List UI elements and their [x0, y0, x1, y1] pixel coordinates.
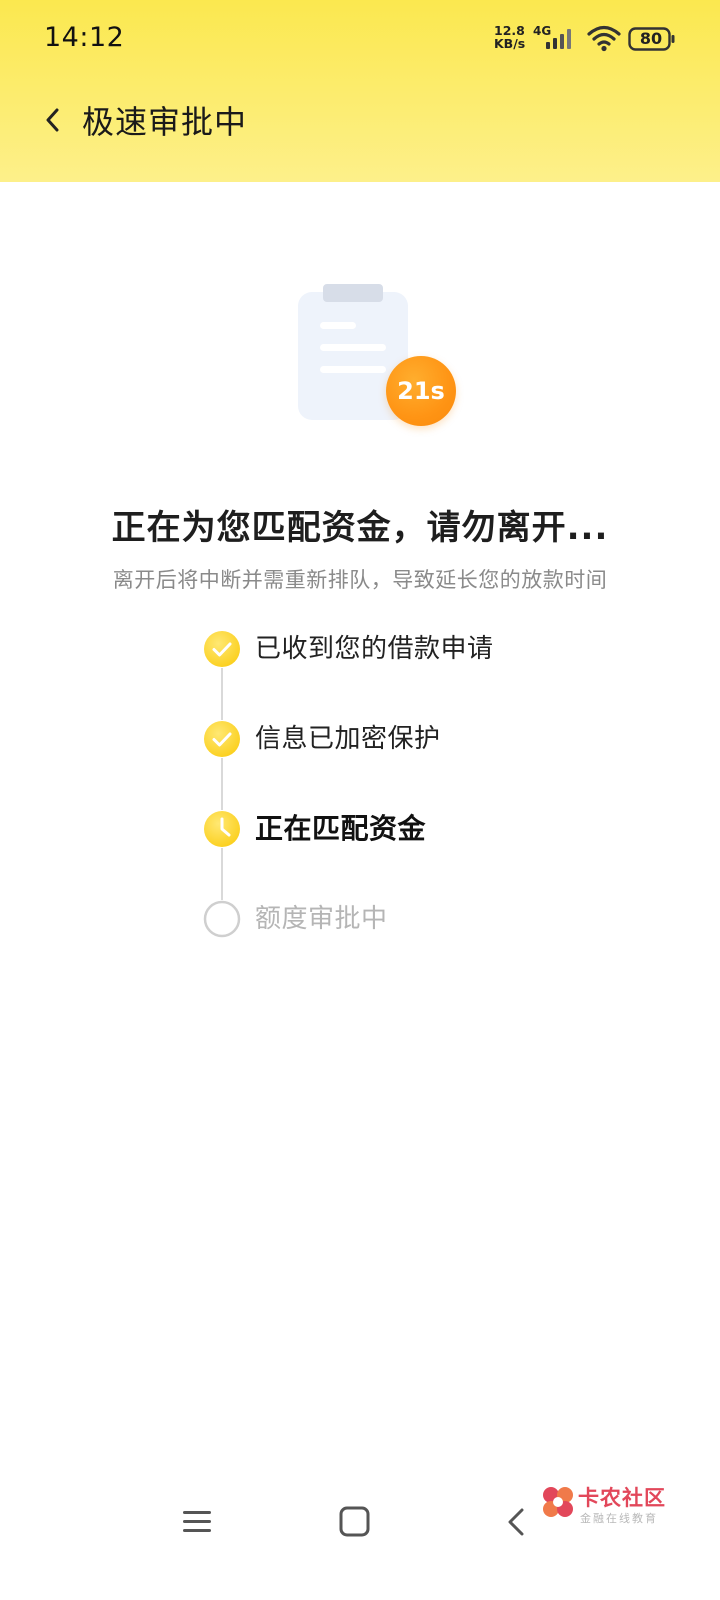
step-connector [221, 848, 223, 900]
matching-subline: 离开后将中断并需重新排队，导致延长您的放款时间 [112, 568, 608, 592]
empty-circle-icon [203, 900, 241, 938]
chevron-left-icon[interactable] [38, 100, 68, 140]
step-label: 正在匹配资金 [255, 812, 427, 845]
page-title: 极速审批中 [82, 103, 248, 141]
clock-icon [204, 811, 240, 847]
step-item: 信息已加密保护 [203, 720, 623, 760]
progress-steps: 已收到您的借款申请 信息已加密保护 正在匹配资金 额度审批中 [203, 630, 623, 950]
menu-icon[interactable] [180, 1506, 216, 1538]
system-nav-bar [0, 1490, 720, 1580]
step-connector [221, 758, 223, 810]
signal-icon [546, 29, 571, 49]
step-label: 额度审批中 [255, 904, 388, 934]
step-label: 已收到您的借款申请 [255, 634, 494, 664]
network-speed-unit: KB/s [494, 36, 526, 51]
check-circle-icon [204, 631, 240, 667]
title-bar: 极速审批中 [0, 80, 720, 160]
wifi-icon [587, 25, 621, 52]
step-item: 额度审批中 [203, 900, 623, 940]
approval-page: 14:12 12.8 KB/s 4G 80 极速审批中 21s 正在为您匹配资金… [0, 0, 720, 1600]
status-time: 14:12 [44, 22, 125, 53]
step-item: 正在匹配资金 [203, 810, 623, 850]
status-bar: 14:12 12.8 KB/s 4G 80 [0, 0, 720, 78]
step-label: 信息已加密保护 [255, 724, 441, 754]
matching-headline: 正在为您匹配资金，请勿离开... [111, 508, 609, 548]
header: 14:12 12.8 KB/s 4G 80 极速审批中 [0, 0, 720, 182]
step-item: 已收到您的借款申请 [203, 630, 623, 670]
back-icon[interactable] [502, 1504, 530, 1540]
countdown-badge: 21s [386, 356, 456, 426]
check-circle-icon [204, 721, 240, 757]
step-connector [221, 668, 223, 720]
battery-level: 80 [639, 29, 663, 48]
home-icon[interactable] [338, 1504, 372, 1540]
